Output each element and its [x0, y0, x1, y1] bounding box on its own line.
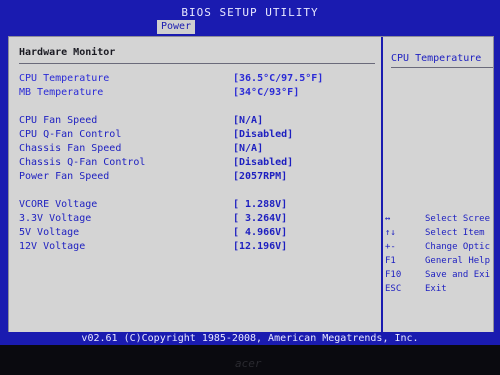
key-hint-label: Change Optic [425, 242, 491, 252]
key-hint-select-screen: ↔ Select Scree [385, 213, 493, 225]
arrow-up-down-icon: ↑↓ [385, 228, 396, 238]
bios-screen: BIOS SETUP UTILITY Power Hardware Monito… [0, 0, 500, 345]
setting-row-cpu-temperature[interactable]: CPU Temperature [36.5°C/97.5°F] [19, 73, 375, 85]
main-panel: Hardware Monitor CPU Temperature [36.5°C… [8, 36, 494, 336]
section-title: Hardware Monitor [19, 47, 116, 58]
key-hint-key: F10 [385, 270, 402, 280]
setting-row-cpu-qfan-control[interactable]: CPU Q-Fan Control [Disabled] [19, 129, 375, 141]
key-hint-label: Exit [425, 284, 447, 294]
setting-row-12v-voltage[interactable]: 12V Voltage [12.196V] [19, 241, 375, 253]
setting-label: Chassis Q-Fan Control [19, 157, 146, 168]
monitor-brand-logo: acer [235, 357, 262, 370]
setting-value: [N/A] [233, 115, 264, 126]
setting-value: [ 3.264V] [233, 213, 288, 224]
setting-label: 12V Voltage [19, 241, 86, 252]
setting-value: [36.5°C/97.5°F] [233, 73, 324, 84]
arrow-left-right-icon: ↔ [385, 214, 391, 224]
key-hint-key: F1 [385, 256, 396, 266]
setting-value: [ 1.288V] [233, 199, 288, 210]
setting-value: [ 4.966V] [233, 227, 288, 238]
key-hint-change-option: +- Change Optic [385, 241, 493, 253]
setting-label: VCORE Voltage [19, 199, 98, 210]
key-hint-select-item: ↑↓ Select Item [385, 227, 493, 239]
setting-row-chassis-qfan-control[interactable]: Chassis Q-Fan Control [Disabled] [19, 157, 375, 169]
setting-label: Power Fan Speed [19, 171, 110, 182]
key-hint-label: Select Scree [425, 214, 491, 224]
setting-value: [2057RPM] [233, 171, 288, 182]
key-hint-save-exit: F10 Save and Exi [385, 269, 493, 281]
setting-row-chassis-fan-speed[interactable]: Chassis Fan Speed [N/A] [19, 143, 375, 155]
plus-minus-icon: +- [385, 242, 396, 252]
key-hint-label: General Help [425, 256, 491, 266]
copyright-footer: v02.61 (C)Copyright 1985-2008, American … [0, 332, 500, 345]
setting-row-cpu-fan-speed[interactable]: CPU Fan Speed [N/A] [19, 115, 375, 127]
tab-bar: Power [0, 20, 500, 36]
setting-label: 5V Voltage [19, 227, 80, 238]
setting-label: Chassis Fan Speed [19, 143, 122, 154]
help-divider [391, 67, 493, 68]
setting-value: [Disabled] [233, 157, 294, 168]
tab-power[interactable]: Power [157, 20, 196, 34]
setting-value: [34°C/93°F] [233, 87, 300, 98]
setting-value: [N/A] [233, 143, 264, 154]
key-hint-label: Save and Exi [425, 270, 491, 280]
key-hint-label: Select Item [425, 228, 485, 238]
bios-title: BIOS SETUP UTILITY [181, 6, 319, 19]
setting-row-power-fan-speed[interactable]: Power Fan Speed [2057RPM] [19, 171, 375, 183]
setting-row-vcore-voltage[interactable]: VCORE Voltage [ 1.288V] [19, 199, 375, 211]
setting-row-3v3-voltage[interactable]: 3.3V Voltage [ 3.264V] [19, 213, 375, 225]
setting-row-mb-temperature[interactable]: MB Temperature [34°C/93°F] [19, 87, 375, 99]
setting-label: CPU Temperature [19, 73, 110, 84]
panel-divider [381, 37, 383, 335]
setting-value: [Disabled] [233, 129, 294, 140]
setting-label: 3.3V Voltage [19, 213, 92, 224]
setting-row-5v-voltage[interactable]: 5V Voltage [ 4.966V] [19, 227, 375, 239]
key-hint-general-help: F1 General Help [385, 255, 493, 267]
setting-label: CPU Q-Fan Control [19, 129, 122, 140]
key-hint-key: ESC [385, 284, 402, 294]
setting-value: [12.196V] [233, 241, 288, 252]
setting-label: CPU Fan Speed [19, 115, 98, 126]
section-divider [19, 63, 375, 64]
key-hint-exit: ESC Exit [385, 283, 493, 295]
monitor-bezel: acer [0, 345, 500, 375]
help-title: CPU Temperature [391, 53, 482, 64]
setting-label: MB Temperature [19, 87, 104, 98]
